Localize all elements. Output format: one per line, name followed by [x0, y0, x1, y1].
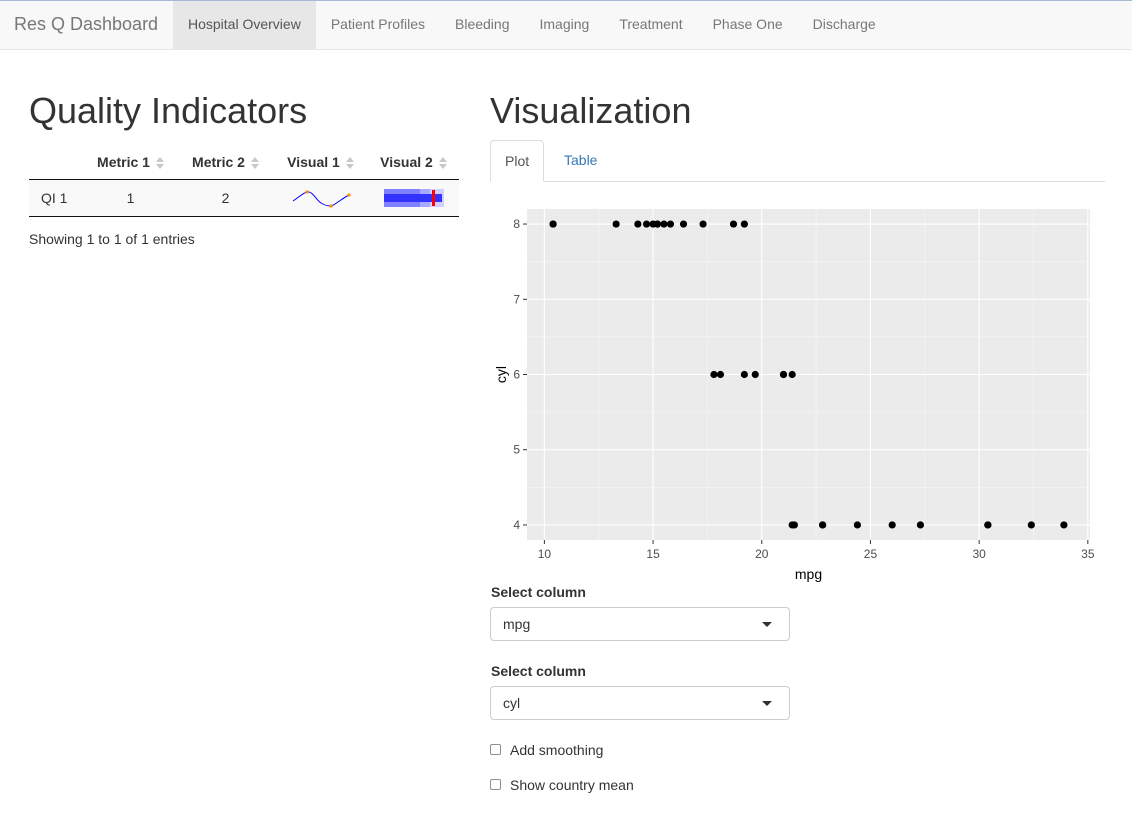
- quality-indicators-title: Quality Indicators: [29, 90, 308, 131]
- y-tick-label: 4: [513, 518, 520, 532]
- quality-indicators-table: Metric 1 Metric 2 Visual 1 Visual 2 QI 1…: [29, 145, 459, 217]
- y-tick-label: 5: [513, 443, 520, 457]
- x-axis: 10 15 20 25 30 35: [538, 540, 1095, 561]
- column-header-blank: [29, 145, 83, 180]
- sparkline: [292, 190, 351, 208]
- data-point: [1060, 521, 1068, 529]
- data-point: [699, 220, 707, 228]
- column-header-visual-2[interactable]: Visual 2: [368, 145, 459, 180]
- y-tick-label: 8: [513, 217, 520, 231]
- nav-item-hospital-overview[interactable]: Hospital Overview: [173, 1, 316, 50]
- country-mean-checkbox[interactable]: [490, 779, 501, 790]
- y-column-label: Select column: [491, 663, 586, 679]
- data-point: [984, 521, 992, 529]
- data-point: [819, 521, 827, 529]
- metric-1-cell: 1: [83, 179, 178, 217]
- visualization-tabs: Plot Table: [490, 140, 1105, 182]
- data-point: [666, 220, 675, 228]
- visual-2-cell: [368, 179, 459, 217]
- brand-title[interactable]: Res Q Dashboard: [14, 14, 158, 35]
- x-tick-label: 35: [1081, 547, 1095, 561]
- nav-item-discharge[interactable]: Discharge: [798, 1, 891, 50]
- column-header-label: Visual 2: [380, 154, 433, 170]
- tab-table[interactable]: Table: [550, 140, 611, 182]
- data-point: [916, 521, 925, 529]
- country-mean-label: Show country mean: [510, 777, 634, 793]
- nav-tabs: Hospital Overview Patient Profiles Bleed…: [173, 1, 891, 50]
- row-label: QI 1: [29, 179, 83, 217]
- column-header-label: Visual 1: [287, 154, 340, 170]
- sort-icon: [155, 157, 164, 170]
- data-point: [779, 370, 788, 379]
- x-tick-label: 20: [755, 547, 769, 561]
- column-header-visual-1[interactable]: Visual 1: [273, 145, 368, 180]
- nav-item-phase-one[interactable]: Phase One: [698, 1, 798, 50]
- sort-icon: [250, 157, 259, 170]
- y-tick-label: 6: [513, 368, 520, 382]
- x-tick-label: 10: [538, 547, 552, 561]
- nav-item-bleeding[interactable]: Bleeding: [440, 1, 525, 50]
- data-point: [751, 370, 759, 379]
- y-column-value: cyl: [503, 695, 521, 711]
- caret-down-icon: [762, 622, 772, 627]
- nav-item-patient-profiles[interactable]: Patient Profiles: [316, 1, 440, 50]
- sort-icon: [345, 157, 354, 170]
- visualization-title: Visualization: [490, 90, 692, 131]
- data-point: [888, 521, 896, 529]
- data-point: [853, 521, 862, 529]
- y-axis: 4 5 6 7 8: [513, 217, 527, 532]
- y-axis-label: cyl: [493, 366, 509, 383]
- nav-item-imaging[interactable]: Imaging: [525, 1, 605, 50]
- data-point: [788, 521, 796, 529]
- sort-icon: [438, 157, 447, 170]
- nav-item-treatment[interactable]: Treatment: [604, 1, 697, 50]
- data-point: [1027, 521, 1035, 529]
- data-point: [679, 220, 688, 228]
- x-column-label: Select column: [491, 584, 586, 600]
- data-point: [612, 220, 620, 228]
- column-header-label: Metric 1: [97, 154, 150, 170]
- data-point: [549, 220, 557, 228]
- scatter-plot: 10 15 20 25 30 35 4 5 6 7 8 mpg cyl: [493, 209, 1095, 582]
- y-tick-label: 7: [513, 292, 520, 306]
- smoothing-checkbox[interactable]: [490, 744, 501, 755]
- x-tick-label: 30: [972, 547, 986, 561]
- x-tick-label: 15: [646, 547, 660, 561]
- metric-2-cell: 2: [178, 179, 273, 217]
- data-point: [649, 220, 657, 228]
- bullet-chart: [383, 189, 444, 207]
- visual-1-cell: [273, 179, 368, 217]
- x-column-select[interactable]: mpg: [490, 607, 790, 641]
- data-point: [716, 370, 725, 379]
- table-row[interactable]: QI 1 1 2: [29, 179, 459, 217]
- data-point: [634, 220, 642, 228]
- x-axis-label: mpg: [795, 566, 822, 582]
- data-point: [740, 370, 748, 379]
- data-point: [660, 220, 668, 228]
- x-column-value: mpg: [503, 616, 531, 632]
- tab-plot[interactable]: Plot: [490, 140, 545, 182]
- data-point: [710, 370, 718, 379]
- data-point: [642, 220, 651, 228]
- navbar: Res Q Dashboard Hospital Overview Patien…: [0, 0, 1132, 50]
- column-header-metric-1[interactable]: Metric 1: [83, 145, 178, 180]
- column-header-label: Metric 2: [192, 154, 245, 170]
- x-tick-label: 25: [864, 547, 878, 561]
- column-header-metric-2[interactable]: Metric 2: [178, 145, 273, 180]
- caret-down-icon: [762, 701, 772, 706]
- y-column-select[interactable]: cyl: [490, 686, 790, 720]
- data-point: [729, 220, 738, 228]
- smoothing-label: Add smoothing: [510, 742, 604, 758]
- table-info: Showing 1 to 1 of 1 entries: [29, 231, 195, 247]
- data-point: [788, 370, 796, 379]
- data-point: [740, 220, 748, 228]
